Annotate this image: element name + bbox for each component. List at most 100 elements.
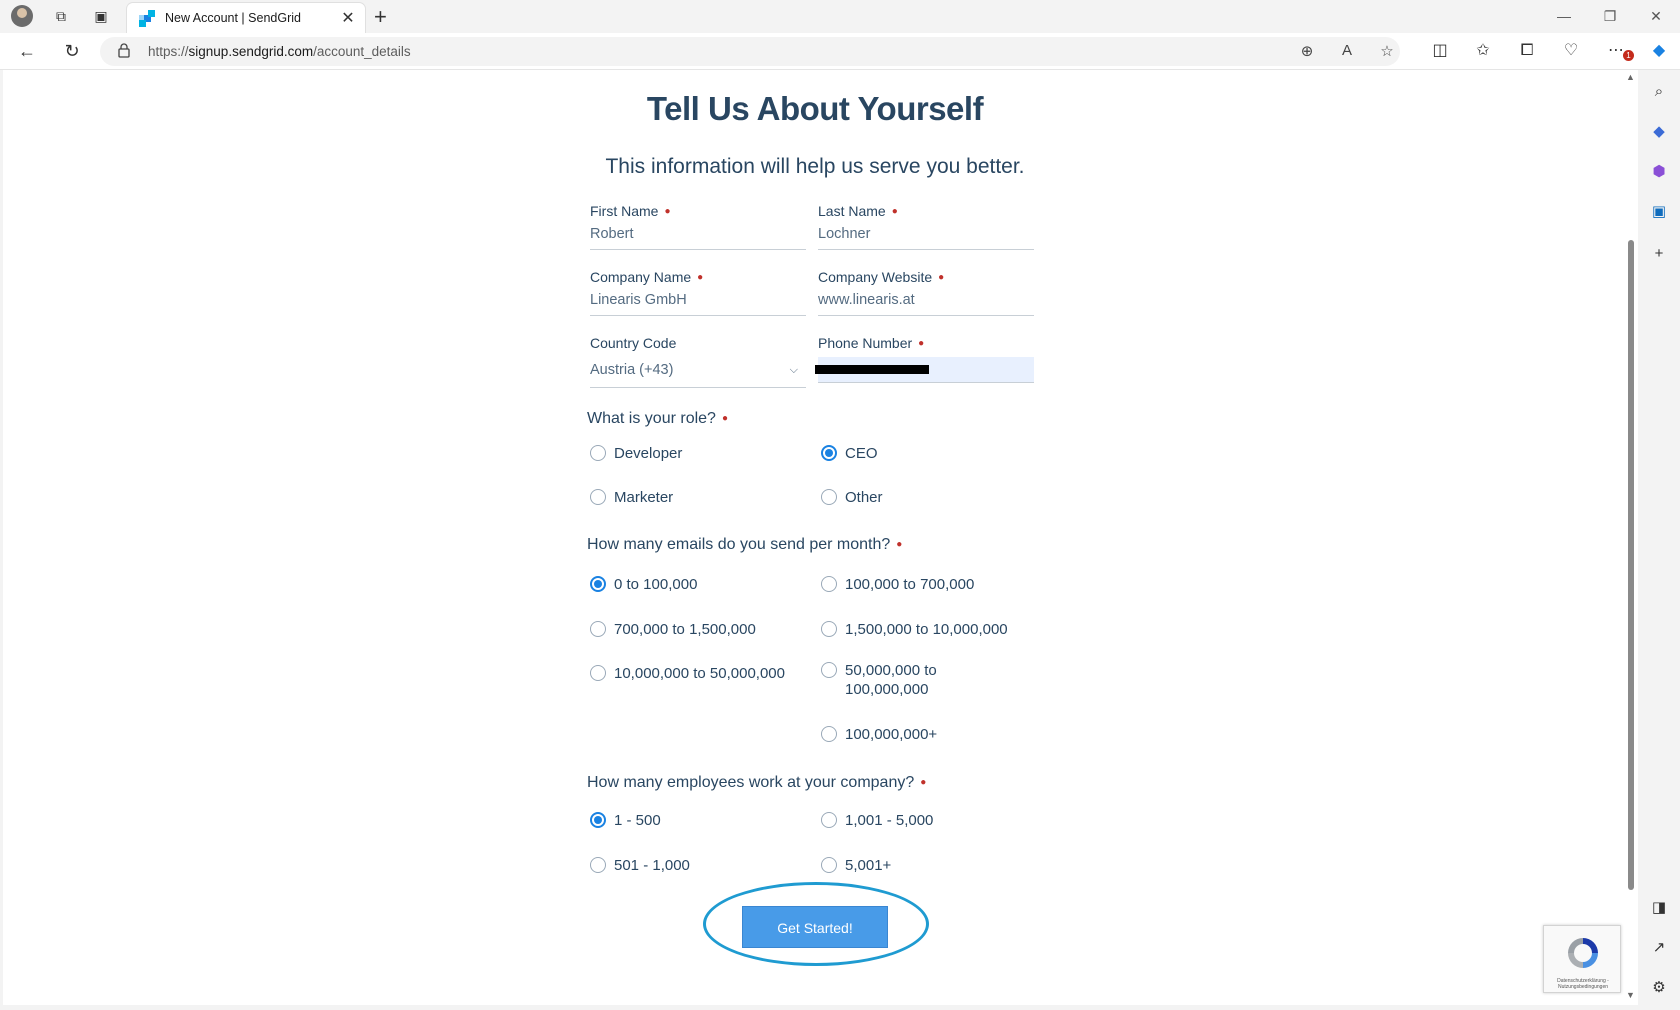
profile-avatar[interactable] (11, 5, 33, 27)
radio-button-selected[interactable] (590, 576, 606, 592)
employees-option-5001-plus[interactable]: 5,001+ (821, 856, 891, 875)
radio-button[interactable] (821, 662, 837, 678)
add-icon[interactable]: + (1649, 244, 1669, 264)
employees-option-1-500[interactable]: 1 - 500 (590, 811, 661, 830)
emails-option-50m-100m[interactable]: 50,000,000 to 100,000,000 (821, 661, 937, 699)
tab-sendgrid[interactable]: New Account | SendGrid ✕ (126, 2, 366, 33)
role-option-developer[interactable]: Developer (590, 444, 682, 463)
address-bar[interactable]: https://signup.sendgrid.com/account_deta… (100, 37, 1400, 66)
role-option-ceo[interactable]: CEO (821, 444, 878, 463)
zoom-icon[interactable]: ⊕ (1297, 42, 1317, 60)
company-name-field: Company Name ● Linearis GmbH (590, 269, 806, 316)
search-icon[interactable]: ⌕ (1649, 82, 1669, 102)
refresh-icon[interactable]: ↻ (61, 41, 83, 61)
read-aloud-icon[interactable]: A (1337, 42, 1357, 59)
sidebar-toggle-icon[interactable]: ◨ (1649, 898, 1669, 918)
external-link-icon[interactable]: ↗ (1649, 938, 1669, 958)
first-name-input[interactable]: Robert (590, 226, 806, 250)
browser-essentials-icon[interactable]: ♡ (1560, 41, 1582, 61)
close-tab-icon[interactable]: ✕ (339, 8, 357, 28)
radio-button[interactable] (590, 857, 606, 873)
country-code-select[interactable]: Austria (+43) ⌵ (590, 358, 806, 388)
tab-actions-icon[interactable]: ▣ (92, 7, 110, 25)
back-icon[interactable]: ← (16, 41, 38, 61)
shopping-tag-icon[interactable]: ◆ (1649, 122, 1669, 142)
last-name-label: Last Name (818, 203, 886, 219)
page-subtitle: This information will help us serve you … (605, 155, 1025, 178)
radio-button[interactable] (821, 857, 837, 873)
required-marker: ● (938, 272, 945, 283)
highlight-annotation-ring (703, 882, 929, 966)
recaptcha-links[interactable]: Datenschutzerklärung - Nutzungsbedingung… (1546, 978, 1620, 990)
workspaces-icon[interactable]: ⧉ (52, 7, 70, 25)
new-tab-icon[interactable]: + (374, 4, 387, 30)
last-name-input[interactable]: Lochner (818, 226, 1034, 250)
phone-number-field: Phone Number ● (815, 335, 1034, 383)
first-name-field: First Name ● Robert (590, 203, 806, 250)
address-toolbar: ← ↻ https://signup.sendgrid.com/account_… (0, 33, 1680, 70)
phone-number-label: Phone Number (818, 335, 913, 351)
emails-option-1500k-10m[interactable]: 1,500,000 to 10,000,000 (821, 620, 1008, 639)
scroll-up-icon[interactable]: ▲ (1626, 72, 1635, 82)
company-website-field: Company Website ● www.linearis.at (818, 269, 1034, 316)
role-option-other[interactable]: Other (821, 488, 883, 507)
close-window-icon[interactable]: ✕ (1633, 4, 1679, 28)
required-marker: ● (664, 206, 671, 217)
minimize-icon[interactable]: — (1541, 4, 1587, 28)
settings-gear-icon[interactable]: ⚙ (1649, 978, 1669, 998)
country-code-label: Country Code (590, 335, 677, 351)
restore-icon[interactable]: ❐ (1587, 4, 1633, 28)
country-code-value: Austria (+43) (590, 362, 674, 378)
tab-title: New Account | SendGrid (165, 11, 301, 25)
url-text[interactable]: https://signup.sendgrid.com/account_deta… (148, 44, 411, 59)
emails-option-700k-1500k[interactable]: 700,000 to 1,500,000 (590, 620, 756, 639)
radio-button[interactable] (821, 489, 837, 505)
phone-number-input[interactable] (815, 357, 1034, 383)
radio-button[interactable] (590, 665, 606, 681)
company-name-label: Company Name (590, 269, 692, 285)
company-website-input[interactable]: www.linearis.at (818, 292, 1034, 316)
radio-button-selected[interactable] (590, 812, 606, 828)
office-icon[interactable]: ⬢ (1649, 162, 1669, 182)
required-marker: ● (918, 338, 925, 349)
emails-option-0-100k[interactable]: 0 to 100,000 (590, 575, 697, 594)
radio-button[interactable] (821, 812, 837, 828)
employees-option-1001-5000[interactable]: 1,001 - 5,000 (821, 811, 933, 830)
company-website-label: Company Website (818, 269, 933, 285)
emails-option-100m-plus[interactable]: 100,000,000+ (821, 725, 937, 744)
radio-button[interactable] (590, 445, 606, 461)
radio-button[interactable] (590, 621, 606, 637)
radio-button[interactable] (821, 726, 837, 742)
title-bar: ⧉ ▣ New Account | SendGrid ✕ + — ❐ ✕ (0, 0, 1680, 33)
notification-badge: 1 (1623, 50, 1634, 61)
radio-button-selected[interactable] (821, 445, 837, 461)
favorites-icon[interactable]: ✩ (1472, 41, 1494, 61)
page-scrollbar[interactable]: ▲ ▼ (1624, 70, 1638, 1005)
outlook-icon[interactable]: ▣ (1649, 202, 1669, 222)
redacted-phone-bar (815, 365, 929, 374)
employees-question: How many employees work at your company?… (587, 774, 927, 791)
recaptcha-icon (1568, 938, 1598, 968)
role-option-marketer[interactable]: Marketer (590, 488, 673, 507)
scroll-thumb[interactable] (1628, 240, 1634, 890)
role-question: What is your role? ● (587, 410, 728, 427)
sendgrid-favicon-icon (139, 10, 155, 27)
copilot-icon[interactable]: ◆ (1648, 41, 1670, 61)
employees-option-501-1000[interactable]: 501 - 1,000 (590, 856, 690, 875)
page-content: Tell Us About Yourself This information … (3, 70, 1627, 1005)
company-name-input[interactable]: Linearis GmbH (590, 292, 806, 316)
required-marker: ● (891, 206, 898, 217)
radio-button[interactable] (590, 489, 606, 505)
radio-button[interactable] (821, 576, 837, 592)
split-screen-icon[interactable]: ◫ (1429, 41, 1451, 61)
country-code-field: Country Code Austria (+43) ⌵ (590, 335, 806, 388)
favorite-star-icon[interactable]: ☆ (1377, 42, 1397, 60)
collections-icon[interactable]: ⧠ (1516, 41, 1538, 61)
page-title: Tell Us About Yourself (646, 90, 984, 127)
lock-icon (118, 43, 130, 58)
recaptcha-badge[interactable]: Datenschutzerklärung - Nutzungsbedingung… (1543, 925, 1621, 993)
radio-button[interactable] (821, 621, 837, 637)
emails-option-100k-700k[interactable]: 100,000 to 700,000 (821, 575, 974, 594)
scroll-down-icon[interactable]: ▼ (1626, 990, 1635, 1000)
emails-option-10m-50m[interactable]: 10,000,000 to 50,000,000 (590, 664, 785, 683)
